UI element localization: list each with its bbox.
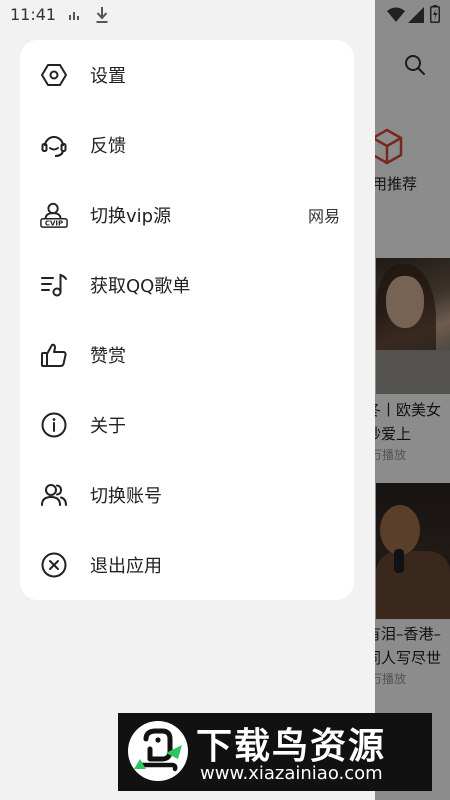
- menu-item-reward[interactable]: 赞赏: [20, 320, 354, 390]
- menu-item-label: 退出应用: [90, 556, 162, 577]
- menu-item-vip-source[interactable]: CVIP 切换vip源 网易: [20, 180, 354, 250]
- status-time: 11:41: [10, 5, 57, 24]
- menu-item-label: 切换vip源: [90, 206, 172, 227]
- navigation-drawer: 设置 反馈 CVIP 切换vip源 网易 获取QQ歌单 赞赏 关于 切换账号 退…: [0, 0, 375, 800]
- menu-item-exit-app[interactable]: 退出应用: [20, 530, 354, 600]
- menu-item-about[interactable]: 关于: [20, 390, 354, 460]
- menu-item-label: 关于: [90, 416, 126, 437]
- menu-item-label: 赞赏: [90, 346, 126, 367]
- bird-logo-icon: [128, 721, 188, 781]
- menu-item-feedback[interactable]: 反馈: [20, 110, 354, 180]
- svg-text:CVIP: CVIP: [45, 220, 63, 228]
- playlist-icon: [40, 271, 68, 299]
- sim-icon: [69, 12, 79, 20]
- menu-item-label: 切换账号: [90, 486, 162, 507]
- menu-item-switch-account[interactable]: 切换账号: [20, 460, 354, 530]
- signal-icon: [408, 7, 424, 23]
- menu-item-label: 获取QQ歌单: [90, 276, 191, 297]
- settings-icon: [40, 61, 68, 89]
- info-icon: [40, 411, 68, 439]
- watermark-title: 下载鸟资源: [196, 726, 387, 767]
- menu-item-settings[interactable]: 设置: [20, 40, 354, 110]
- close-circle-icon: [40, 551, 68, 579]
- watermark-banner: 下载鸟资源 www.xiazainiao.com: [118, 713, 432, 791]
- menu-card: 设置 反馈 CVIP 切换vip源 网易 获取QQ歌单 赞赏 关于 切换账号 退…: [20, 40, 354, 600]
- status-bar: 11:41: [0, 0, 450, 32]
- battery-icon: [430, 5, 440, 23]
- users-icon: [40, 481, 68, 509]
- menu-item-qq-playlist[interactable]: 获取QQ歌单: [20, 250, 354, 320]
- wifi-icon: [387, 7, 405, 22]
- thumbs-up-icon: [40, 341, 68, 369]
- feedback-icon: [40, 131, 68, 159]
- download-icon: [96, 7, 108, 23]
- menu-item-label: 设置: [90, 66, 126, 87]
- watermark-url: www.xiazainiao.com: [200, 763, 383, 784]
- menu-item-label: 反馈: [90, 136, 126, 157]
- vip-icon: CVIP: [40, 201, 68, 229]
- vip-source-value: 网易: [307, 207, 340, 226]
